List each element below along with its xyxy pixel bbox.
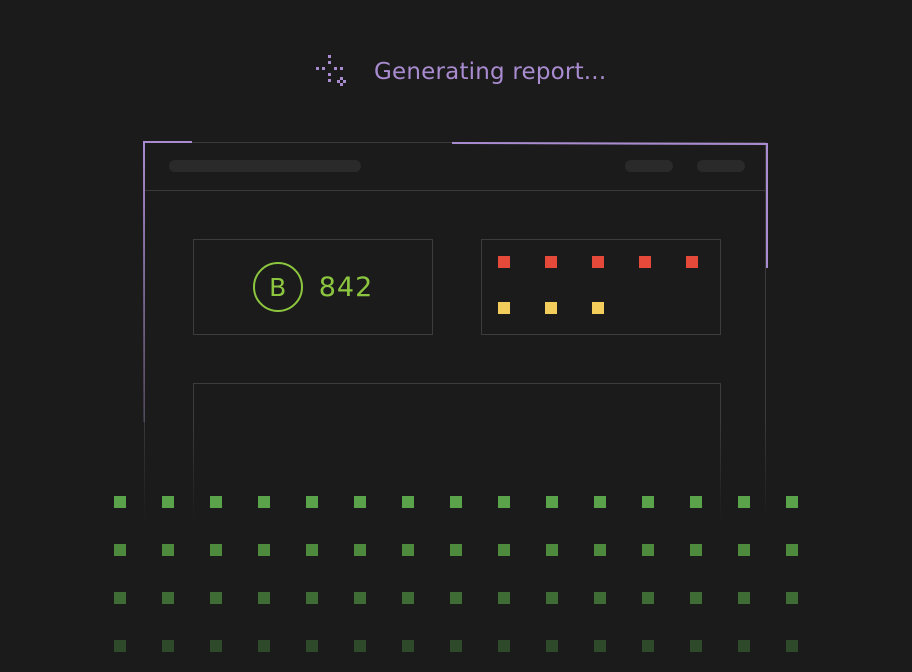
status-text: Generating report... [374,59,607,85]
loading-dot [210,640,222,652]
loading-dot [498,640,510,652]
loading-dot [786,592,798,604]
loading-dot [114,496,126,508]
loading-dot [258,640,270,652]
loading-dot [594,496,606,508]
report-generation-screen: Generating report... B 842 [0,0,912,672]
loading-dot [354,496,366,508]
loading-dot [738,592,750,604]
loading-dot [114,544,126,556]
action-placeholder [697,160,745,172]
loading-dot [690,544,702,556]
loading-dot [402,640,414,652]
loading-dot [642,592,654,604]
grade-card: B 842 [193,239,433,335]
loading-dot [786,640,798,652]
loading-dot [306,640,318,652]
loading-dot [162,592,174,604]
loading-dot [354,592,366,604]
loading-dot [738,496,750,508]
loading-dot [306,592,318,604]
loading-dot [498,544,510,556]
loading-dot [258,592,270,604]
loading-dot [786,544,798,556]
loading-dot [402,592,414,604]
issue-marker [498,302,510,314]
issue-marker [592,256,604,268]
loading-dot [450,592,462,604]
issue-marker [686,256,698,268]
loading-dot [306,544,318,556]
loading-dot [450,496,462,508]
loading-dot [642,544,654,556]
loading-dot [642,496,654,508]
score-value: 842 [318,271,374,303]
loading-dot [546,592,558,604]
action-placeholder [625,160,673,172]
loading-dot [258,496,270,508]
issue-marker [498,256,510,268]
loading-dot [546,640,558,652]
sparkle-icon [316,55,346,86]
loading-dot [450,544,462,556]
loading-dot [690,592,702,604]
loading-dot [162,496,174,508]
status-header: Generating report... [314,52,606,92]
loading-dot [786,496,798,508]
preview-toolbar [145,143,765,191]
issue-marker [639,256,651,268]
loading-dot [738,640,750,652]
loading-dot [258,544,270,556]
loading-dot [594,592,606,604]
issues-card [481,239,721,335]
issue-marker [592,302,604,314]
title-placeholder [169,160,361,172]
loading-dot [546,496,558,508]
loading-dot [642,640,654,652]
loading-dot [162,544,174,556]
grade-badge: B [252,262,303,312]
loading-dot [354,544,366,556]
loading-dot [210,496,222,508]
loading-dot [498,592,510,604]
issue-marker [545,302,557,314]
loading-dot [498,496,510,508]
loading-dot [594,544,606,556]
loading-dot [450,640,462,652]
loading-dot [114,592,126,604]
issue-marker [545,256,557,268]
loading-dot [354,640,366,652]
loading-dot [210,592,222,604]
loading-dot [546,544,558,556]
loading-dot [162,640,174,652]
loading-dot [402,496,414,508]
loading-dot [306,496,318,508]
loading-dot [210,544,222,556]
loading-dot [594,640,606,652]
loading-dot [402,544,414,556]
loading-dot [114,640,126,652]
loading-dot [690,640,702,652]
loading-dot [690,496,702,508]
loading-dot [738,544,750,556]
